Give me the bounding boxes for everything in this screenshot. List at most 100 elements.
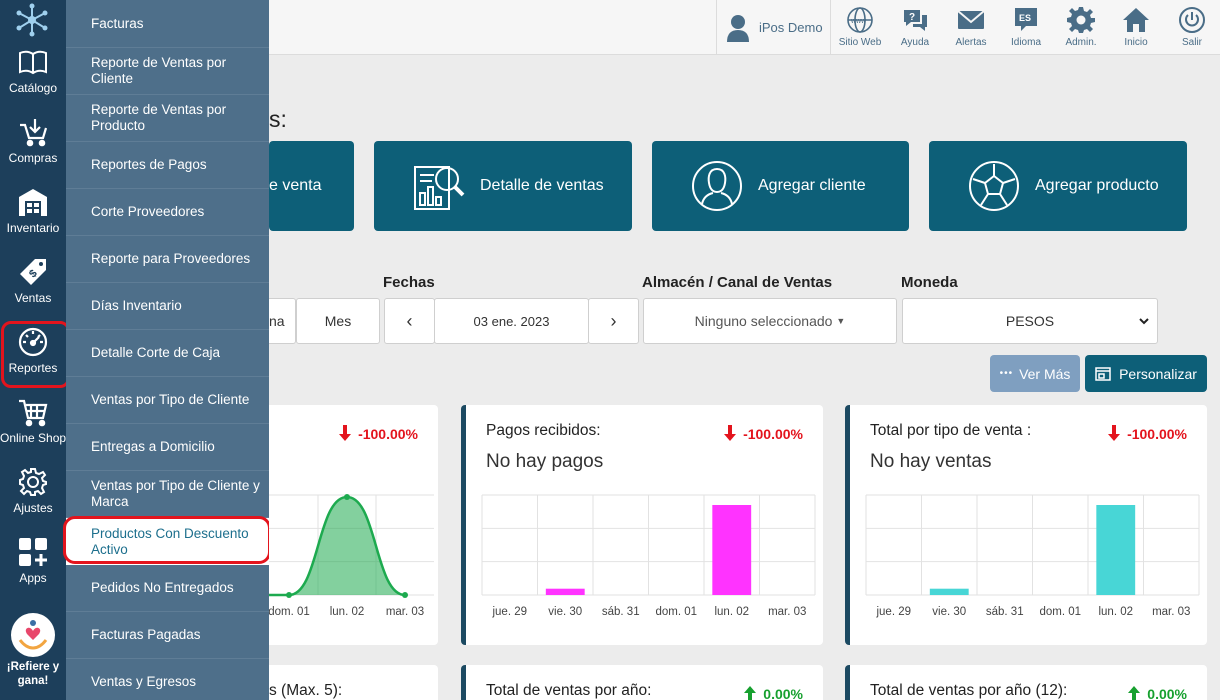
menu-item-facturas-pagadas[interactable]: Facturas Pagadas: [66, 612, 269, 659]
menu-item-dias-inventario[interactable]: Días Inventario: [66, 283, 269, 330]
shopping-cart-icon: [19, 399, 48, 427]
menu-item-label: Reporte de Ventas por Producto: [91, 102, 227, 133]
user-menu[interactable]: iPos Demo: [716, 0, 831, 55]
price-tag-icon: $: [20, 259, 46, 285]
x-tick-label: mar. 03: [1152, 606, 1190, 618]
menu-item-corte-proveedores[interactable]: Corte Proveedores: [66, 189, 269, 236]
arrow-down-icon: [339, 425, 352, 441]
quick-action-venta[interactable]: e venta: [269, 141, 354, 231]
sidebar-item-apps[interactable]: Apps: [0, 528, 66, 598]
top-products-card: s (Max. 5):: [269, 665, 438, 700]
topbar-idioma[interactable]: ES Idioma: [998, 6, 1054, 48]
sidebar-item-catalogo[interactable]: Catálogo: [0, 38, 66, 108]
menu-item-ventas-tipo-cliente-marca[interactable]: Ventas por Tipo de Cliente y Marca: [66, 471, 269, 518]
currency-value: PESOS: [1005, 313, 1055, 329]
menu-item-label: Facturas Pagadas: [91, 627, 201, 642]
power-icon: [1179, 7, 1205, 33]
sidebar-item-reportes[interactable]: Reportes: [0, 318, 70, 388]
date-field[interactable]: 03 ene. 2023: [434, 298, 589, 344]
card-percent: -100.00%: [723, 425, 803, 442]
menu-item-ventas-por-producto[interactable]: Reporte de Ventas por Producto: [66, 95, 269, 142]
card-subtitle: No hay pagos: [486, 451, 604, 472]
menu-item-reporte-proveedores[interactable]: Reporte para Proveedores: [66, 236, 269, 283]
chevron-right-icon: ›: [610, 310, 617, 331]
warehouse-label: Almacén / Canal de Ventas: [642, 274, 833, 291]
help-chat-icon: ?: [904, 10, 927, 31]
quick-action-detalle-ventas[interactable]: Detalle de ventas: [374, 141, 632, 231]
currency-select[interactable]: PESOS: [902, 298, 1158, 344]
date-prev-button[interactable]: ‹: [384, 298, 435, 344]
sales-per-year-12-card: Total de ventas por año (12): 0.00%: [845, 665, 1207, 700]
menu-item-ventas-tipo-cliente[interactable]: Ventas por Tipo de Cliente: [66, 377, 269, 424]
warehouse-icon: [19, 189, 47, 216]
svg-text:?: ?: [909, 12, 915, 23]
card-percent: 0.00%: [743, 685, 803, 700]
settings-icon: [1067, 7, 1095, 33]
topbar-label: Inicio: [1124, 37, 1148, 48]
area-chart: dom. 01 lun. 02 mar. 03: [269, 494, 434, 618]
topbar-ayuda[interactable]: ? Ayuda: [887, 6, 943, 48]
date-next-button[interactable]: ›: [588, 298, 639, 344]
chart-bar: [712, 505, 752, 595]
menu-item-facturas[interactable]: Facturas: [66, 0, 269, 48]
menu-item-ventas-egresos[interactable]: Ventas y Egresos: [66, 659, 269, 700]
dots-icon: •••: [999, 368, 1014, 379]
x-tick-label: vie. 30: [932, 606, 966, 618]
area-point: [402, 592, 408, 598]
sidebar-item-ajustes[interactable]: Ajustes: [0, 458, 66, 528]
language-icon: ES: [1015, 8, 1037, 31]
range-month-button[interactable]: Mes: [296, 298, 380, 344]
sidebar-item-label: Online Shop: [0, 431, 67, 445]
quick-action-agregar-producto[interactable]: Agregar producto: [929, 141, 1187, 231]
sidebar-item-label: Ventas: [14, 291, 52, 305]
menu-item-ventas-por-cliente[interactable]: Reporte de Ventas por Cliente: [66, 48, 269, 95]
topbar-admin[interactable]: Admin.: [1053, 6, 1109, 48]
menu-item-entregas-domicilio[interactable]: Entregas a Domicilio: [66, 424, 269, 471]
topbar-sitio-web[interactable]: www Sitio Web: [832, 6, 888, 48]
personalizar-button[interactable]: Personalizar: [1085, 355, 1207, 392]
warehouse-select[interactable]: Ninguno seleccionado ▼: [643, 298, 897, 344]
menu-item-label: Entregas a Domicilio: [91, 439, 215, 454]
card-percent: 0.00%: [1127, 685, 1187, 700]
bar-chart: jue. 29 vie. 30 sáb. 31 dom. 01 lun. 02 mar. …: [865, 494, 1200, 618]
sidebar-item-online-shop[interactable]: Online Shop: [0, 388, 66, 458]
range-week-button[interactable]: na: [269, 298, 296, 344]
sidebar-item-inventario[interactable]: Inventario: [0, 178, 66, 248]
referral-icon: [11, 613, 55, 657]
top-bar: iPos Demo www Sitio Web ? Ayuda Alertas …: [269, 0, 1220, 55]
x-tick-label: jue. 29: [875, 606, 911, 618]
chart-bar: [1096, 505, 1136, 595]
menu-item-label: Pedidos No Entregados: [91, 580, 234, 595]
globe-icon: www: [847, 7, 873, 33]
area-fill: [269, 497, 405, 595]
sidebar-item-label: Apps: [19, 571, 47, 585]
x-tick-label: sáb. 31: [986, 606, 1024, 618]
topbar-alertas[interactable]: Alertas: [943, 6, 999, 48]
topbar-inicio[interactable]: Inicio: [1108, 6, 1164, 48]
sidebar-item-ventas[interactable]: $ Ventas: [0, 248, 66, 318]
x-tick-label: mar. 03: [386, 606, 424, 618]
menu-item-reportes-de-pagos[interactable]: Reportes de Pagos: [66, 142, 269, 189]
network-logo-icon[interactable]: [14, 2, 50, 38]
card-percent: -100.00%: [1107, 425, 1187, 442]
x-tick-label: lun. 02: [330, 606, 365, 618]
sidebar-item-referral[interactable]: ¡Refiere y gana!: [0, 608, 66, 700]
topbar-label: Sitio Web: [838, 37, 882, 48]
card-title: Total de ventas por año (12):: [870, 682, 1068, 699]
svg-text:www: www: [850, 18, 867, 25]
payments-card: Pagos recibidos: No hay pagos -100.00% j…: [461, 405, 823, 645]
sidebar-item-label: ¡Refiere y gana!: [6, 661, 60, 687]
annotation-highlight-ring: [1, 321, 70, 388]
ver-mas-button[interactable]: ••• Ver Más: [990, 355, 1080, 392]
sales-report-icon: [414, 166, 465, 210]
chart-bar: [929, 588, 969, 595]
menu-item-detalle-corte-caja[interactable]: Detalle Corte de Caja: [66, 330, 269, 377]
user-outline-icon: [692, 161, 742, 211]
area-point: [286, 592, 292, 598]
menu-item-pedidos-no-entregados[interactable]: Pedidos No Entregados: [66, 565, 269, 612]
topbar-salir[interactable]: Salir: [1164, 6, 1220, 48]
topbar-label: Admin.: [1065, 37, 1097, 48]
quick-action-agregar-cliente[interactable]: Agregar cliente: [652, 141, 909, 231]
sidebar-item-compras[interactable]: Compras: [0, 108, 66, 178]
sales-trend-card: -100.00% dom. 01 lun. 02 mar. 03: [269, 405, 438, 645]
